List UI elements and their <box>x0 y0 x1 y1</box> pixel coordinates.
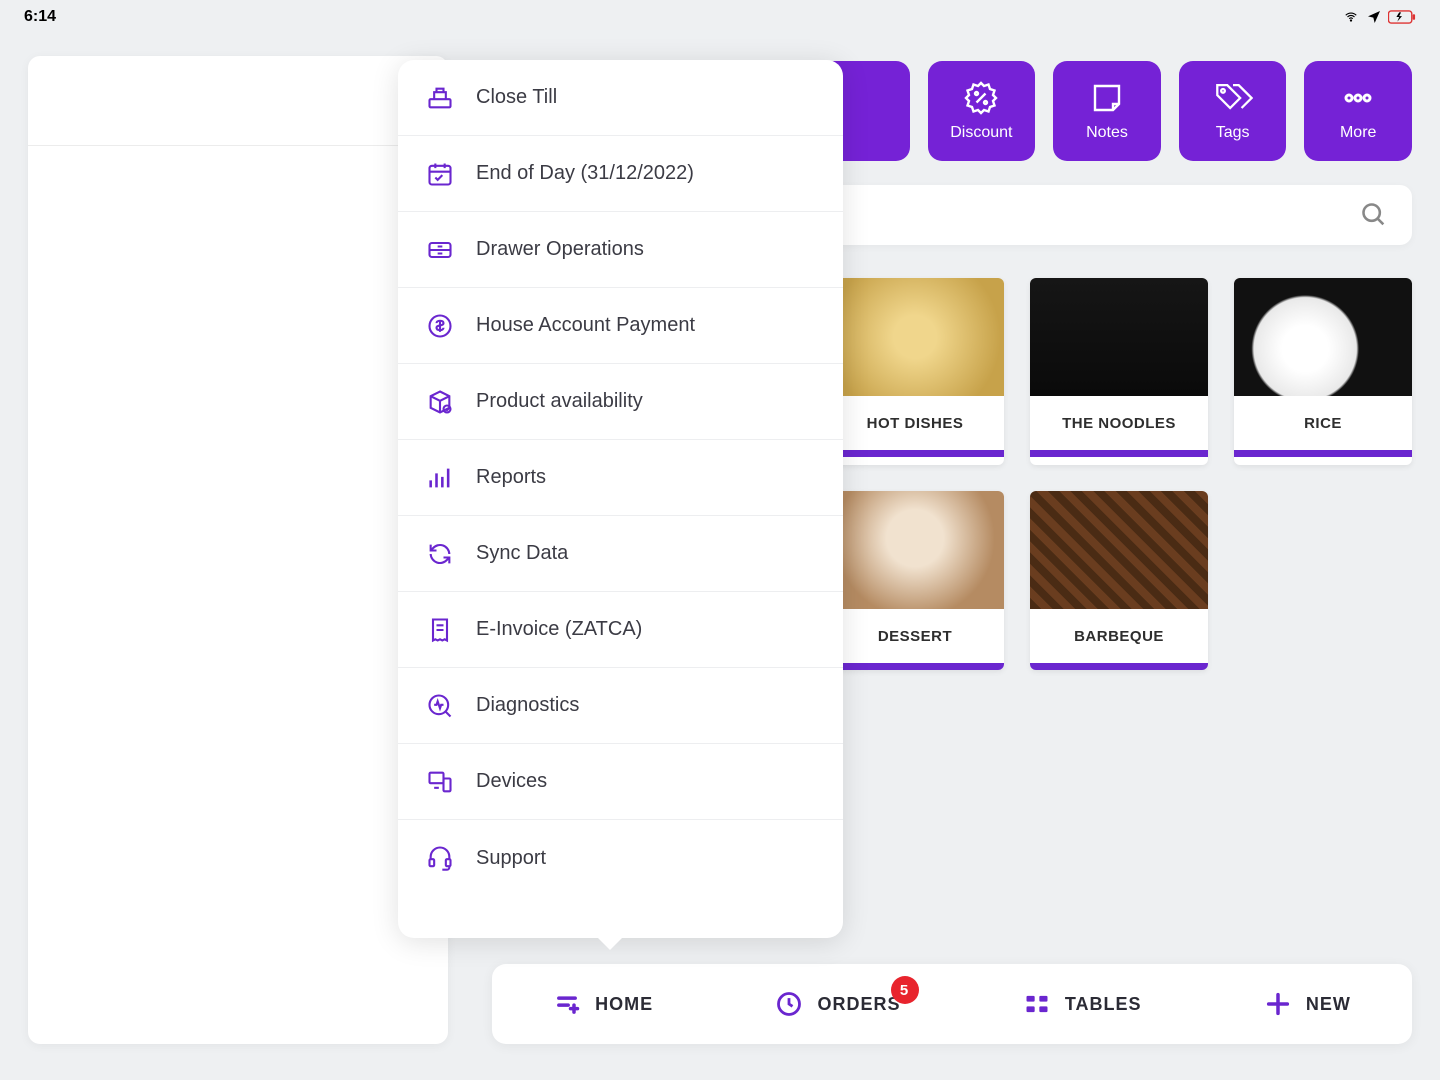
order-panel <box>28 56 448 1044</box>
order-panel-header <box>28 56 448 146</box>
menu-end-of-day[interactable]: End of Day (31/12/2022) <box>398 136 843 212</box>
battery-icon <box>1388 10 1416 24</box>
menu-sync-data[interactable]: Sync Data <box>398 516 843 592</box>
product-label: BARBEQUE <box>1030 609 1208 663</box>
clock-icon <box>775 990 803 1018</box>
menu-diagnostics[interactable]: Diagnostics <box>398 668 843 744</box>
menu-label: Close Till <box>476 86 557 109</box>
tags-icon <box>1213 80 1253 116</box>
product-hot-dishes[interactable]: HOT DISHES <box>826 278 1004 465</box>
sync-icon <box>426 540 454 568</box>
headset-icon <box>426 844 454 872</box>
menu-label: Drawer Operations <box>476 238 644 261</box>
dollar-icon <box>426 312 454 340</box>
tags-label: Tags <box>1216 124 1250 142</box>
plus-icon <box>1264 990 1292 1018</box>
orders-badge: 5 <box>891 976 919 1004</box>
nav-home[interactable]: HOME <box>553 990 653 1018</box>
wifi-icon <box>1342 10 1360 24</box>
calendar-icon <box>426 160 454 188</box>
product-rice[interactable]: RICE <box>1234 278 1412 465</box>
nav-label: TABLES <box>1065 994 1142 1015</box>
menu-label: End of Day (31/12/2022) <box>476 162 694 185</box>
product-label: THE NOODLES <box>1030 396 1208 450</box>
menu-label: Diagnostics <box>476 694 579 717</box>
nav-label: ORDERS <box>817 994 900 1015</box>
search-icon <box>1360 201 1388 229</box>
product-image <box>1030 491 1208 609</box>
receipt-icon <box>426 616 454 644</box>
drawer-icon <box>426 236 454 264</box>
product-dessert[interactable]: DESSERT <box>826 491 1004 670</box>
status-time: 6:14 <box>24 8 56 26</box>
product-image <box>826 278 1004 396</box>
nav-tables[interactable]: TABLES <box>1023 990 1142 1018</box>
notes-icon <box>1089 80 1125 116</box>
menu-label: Support <box>476 847 546 870</box>
nav-label: NEW <box>1306 994 1351 1015</box>
till-icon <box>426 84 454 112</box>
more-menu-popup: Close Till End of Day (31/12/2022) Drawe… <box>398 60 843 938</box>
status-bar: 6:14 <box>0 0 1440 30</box>
notes-button[interactable]: Notes <box>1053 61 1161 161</box>
menu-house-account[interactable]: House Account Payment <box>398 288 843 364</box>
diagnostics-icon <box>426 692 454 720</box>
product-image <box>826 491 1004 609</box>
home-icon <box>553 990 581 1018</box>
menu-devices[interactable]: Devices <box>398 744 843 820</box>
menu-label: Reports <box>476 466 546 489</box>
devices-icon <box>426 768 454 796</box>
box-icon <box>426 388 454 416</box>
popup-arrow <box>596 936 624 950</box>
product-label: DESSERT <box>826 609 1004 663</box>
menu-product-availability[interactable]: Product availability <box>398 364 843 440</box>
more-label: More <box>1340 124 1376 142</box>
status-icons <box>1342 9 1416 25</box>
menu-drawer-operations[interactable]: Drawer Operations <box>398 212 843 288</box>
discount-button[interactable]: Discount <box>928 61 1036 161</box>
menu-close-till[interactable]: Close Till <box>398 60 843 136</box>
menu-support[interactable]: Support <box>398 820 843 896</box>
product-label: RICE <box>1234 396 1412 450</box>
bars-icon <box>426 464 454 492</box>
menu-label: House Account Payment <box>476 314 695 337</box>
menu-label: Sync Data <box>476 542 568 565</box>
discount-icon <box>963 80 999 116</box>
menu-label: E-Invoice (ZATCA) <box>476 618 642 641</box>
product-image <box>1234 278 1412 396</box>
location-icon <box>1366 9 1382 25</box>
nav-orders[interactable]: ORDERS 5 <box>775 990 900 1018</box>
product-barbeque[interactable]: BARBEQUE <box>1030 491 1208 670</box>
product-label: HOT DISHES <box>826 396 1004 450</box>
tags-button[interactable]: Tags <box>1179 61 1287 161</box>
menu-label: Product availability <box>476 390 643 413</box>
menu-e-invoice[interactable]: E-Invoice (ZATCA) <box>398 592 843 668</box>
menu-reports[interactable]: Reports <box>398 440 843 516</box>
menu-label: Devices <box>476 770 547 793</box>
tables-icon <box>1023 990 1051 1018</box>
product-image <box>1030 278 1208 396</box>
more-button[interactable]: More <box>1304 61 1412 161</box>
more-icon <box>1340 80 1376 116</box>
nav-label: HOME <box>595 994 653 1015</box>
discount-label: Discount <box>950 124 1012 142</box>
product-the-noodles[interactable]: THE NOODLES <box>1030 278 1208 465</box>
notes-label: Notes <box>1086 124 1128 142</box>
nav-new[interactable]: NEW <box>1264 990 1351 1018</box>
bottom-nav: HOME ORDERS 5 TABLES NEW <box>492 964 1412 1044</box>
